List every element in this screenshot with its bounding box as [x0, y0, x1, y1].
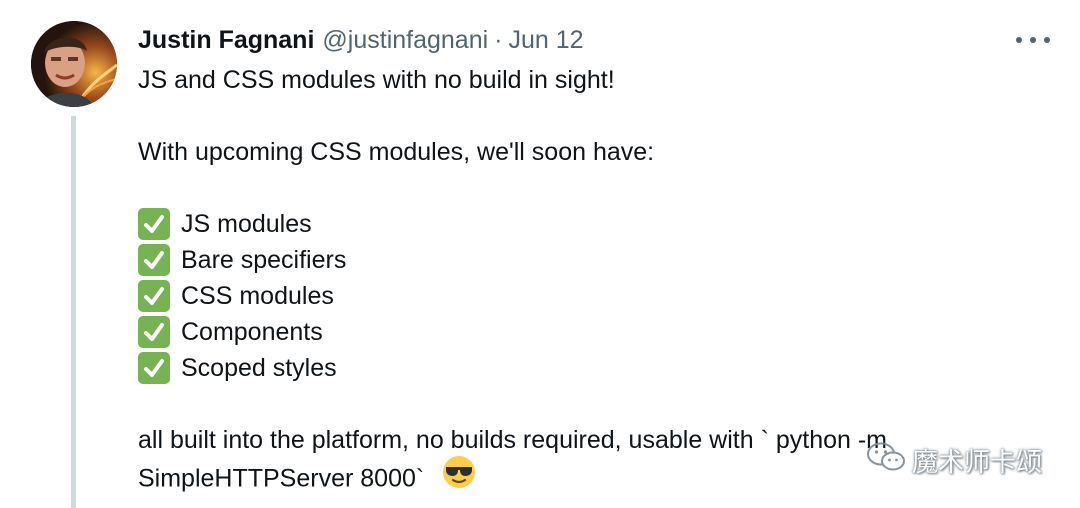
- white-check-mark-icon: [138, 352, 170, 384]
- checklist-item: Components: [138, 314, 1038, 350]
- avatar-photo: [31, 21, 117, 107]
- checklist-label: JS modules: [181, 210, 312, 238]
- tweet-header: Justin Fagnani @justinfagnani · Jun 12: [138, 24, 584, 56]
- checklist-label: Scoped styles: [181, 354, 337, 382]
- white-check-mark-icon: [138, 316, 170, 348]
- more-horizontal-icon: [1030, 37, 1036, 43]
- white-check-mark-icon: [138, 280, 170, 312]
- author-handle[interactable]: @justinfagnani: [322, 26, 488, 55]
- checklist-label: Bare specifiers: [181, 246, 347, 274]
- checklist-item: Scoped styles: [138, 350, 1038, 386]
- tweet-date[interactable]: Jun 12: [509, 26, 584, 55]
- more-horizontal-icon: [1016, 37, 1022, 43]
- white-check-mark-icon: [138, 208, 170, 240]
- checklist-item: CSS modules: [138, 278, 1038, 314]
- watermark: 魔术师卡颂: [866, 441, 1042, 480]
- more-horizontal-icon: [1044, 37, 1050, 43]
- checklist-label: CSS modules: [181, 282, 334, 310]
- header-separator: ·: [494, 25, 503, 54]
- tweet-text: JS and CSS modules with no build in sigh…: [138, 62, 1038, 502]
- more-options-button[interactable]: [1016, 30, 1050, 50]
- watermark-text: 魔术师卡颂: [912, 447, 1043, 477]
- white-check-mark-icon: [138, 244, 170, 276]
- smiling-face-with-sunglasses-icon: [442, 455, 476, 499]
- author-display-name[interactable]: Justin Fagnani: [138, 26, 314, 55]
- tweet-closing-code: SimpleHTTPServer 8000`: [138, 464, 425, 493]
- thread-line: [71, 116, 76, 508]
- tweet-intro: JS and CSS modules with no build in sigh…: [138, 66, 615, 94]
- checklist-label: Components: [181, 318, 323, 346]
- tweet-lead: With upcoming CSS modules, we'll soon ha…: [138, 138, 655, 166]
- checklist-item: Bare specifiers: [138, 242, 1038, 278]
- avatar[interactable]: [31, 21, 117, 107]
- checklist-item: JS modules: [138, 206, 1038, 242]
- wechat-icon: [866, 441, 906, 480]
